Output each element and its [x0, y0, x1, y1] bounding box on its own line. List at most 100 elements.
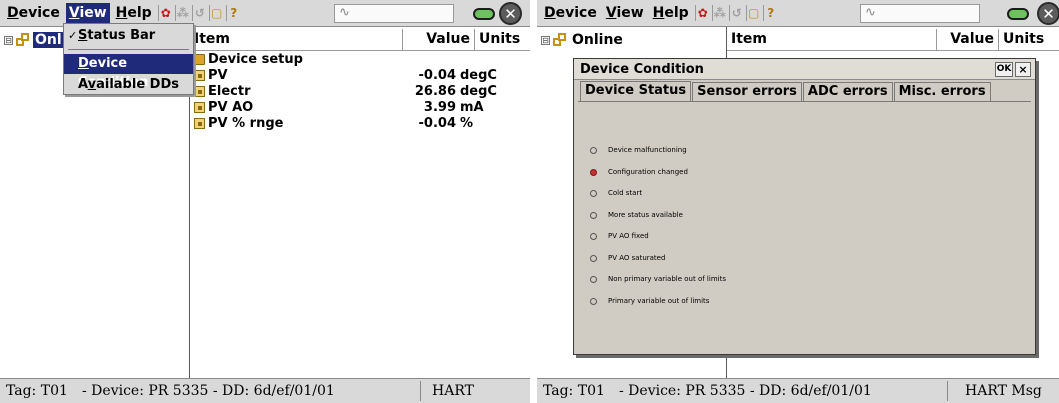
status-bar: Tag: T01 - Device: PR 5335 - DD: 6d/ef/0…	[537, 378, 1059, 403]
status-led-icon	[590, 254, 597, 262]
status-led-icon	[590, 211, 597, 219]
connect-icon[interactable]: ✿	[157, 5, 173, 21]
item-label: Device setup	[208, 51, 303, 67]
item-value: 26.86	[414, 83, 456, 99]
status-row: Device malfunctioning	[590, 143, 687, 157]
menu-view[interactable]: View	[603, 3, 647, 23]
menu-item-status-bar[interactable]: ✓ Status Bar	[64, 26, 193, 46]
list-item[interactable]: PV AO 3.99 mA	[190, 99, 530, 115]
checkmark-icon: ✓	[68, 29, 78, 42]
list-item[interactable]: Electr 26.86 degC	[190, 83, 530, 99]
dialog-title: Device Condition	[574, 59, 1035, 80]
help-icon[interactable]: ?	[762, 5, 778, 21]
dialog-ok-button[interactable]: OK	[995, 62, 1013, 77]
tab-adc-errors[interactable]: ADC errors	[802, 82, 893, 101]
status-label: Device malfunctioning	[608, 146, 687, 154]
dialog-close-button[interactable]: ×	[1015, 62, 1031, 77]
item-units: degC	[460, 83, 497, 99]
close-icon: ✕	[1042, 4, 1055, 23]
status-row: Cold start	[590, 186, 642, 200]
item-label: PV % rnge	[208, 115, 284, 131]
status-row: Non primary variable out of limits	[590, 272, 726, 286]
link-icon: ∿	[865, 5, 876, 20]
close-button[interactable]: ✕	[499, 2, 522, 25]
tab-device-status[interactable]: Device Status	[580, 81, 692, 102]
column-header-units[interactable]: Units	[999, 29, 1059, 50]
status-row: More status available	[590, 208, 683, 222]
tree-node-online[interactable]: ⊟ Onl	[4, 32, 64, 48]
disconnect-icon[interactable]: ⁂	[174, 5, 190, 21]
minimize-button[interactable]	[473, 8, 495, 20]
tab-panel-device-status: Device malfunctioning Configuration chan…	[578, 101, 1031, 350]
help-icon[interactable]: ?	[225, 5, 241, 21]
status-led-icon	[590, 297, 597, 305]
connect-icon[interactable]: ✿	[694, 5, 710, 21]
refresh-icon[interactable]: ↺	[728, 5, 744, 21]
column-header-item[interactable]: Item	[727, 29, 937, 50]
status-label: PV AO fixed	[608, 232, 649, 240]
status-protocol: HART Msg	[965, 383, 1042, 399]
tab-misc-errors[interactable]: Misc. errors	[893, 82, 991, 101]
column-header-value[interactable]: Value	[403, 29, 475, 50]
status-separator	[947, 381, 948, 401]
list-item[interactable]: PV -0.04 degC	[190, 67, 530, 83]
tab-sensor-errors[interactable]: Sensor errors	[692, 82, 802, 101]
list-header: Item Value Units	[727, 29, 1059, 51]
item-value: -0.04	[418, 67, 456, 83]
variable-icon	[194, 101, 205, 113]
column-header-value[interactable]: Value	[937, 29, 999, 50]
status-led-icon	[590, 275, 597, 283]
status-label: Non primary variable out of limits	[608, 275, 726, 283]
close-button[interactable]: ✕	[1037, 2, 1059, 25]
variable-icon	[194, 117, 205, 129]
list-item[interactable]: PV % rnge -0.04 %	[190, 115, 530, 131]
status-protocol: HART	[432, 383, 474, 399]
device-icon[interactable]: ▢	[745, 5, 761, 21]
network-icon	[553, 33, 568, 47]
list-item[interactable]: Device setup	[190, 51, 530, 67]
menu-help[interactable]: Help	[650, 3, 692, 23]
menu-help[interactable]: Help	[113, 3, 155, 23]
status-row: Primary variable out of limits	[590, 294, 709, 308]
refresh-icon[interactable]: ↺	[191, 5, 207, 21]
item-units: mA	[460, 99, 484, 115]
connection-indicator: ∿	[860, 4, 980, 23]
left-window: Device View Help ✿ ⁂ ↺ ▢ ? ∿ ✕ ⊟ Onl Ite…	[0, 0, 530, 403]
item-value: 3.99	[423, 99, 456, 115]
status-row: PV AO saturated	[590, 251, 665, 265]
menu-item-device-condition[interactable]: Device Condition	[64, 54, 193, 90]
folder-icon	[194, 53, 205, 65]
item-label: Electr	[208, 83, 251, 99]
expand-icon[interactable]: ⊟	[541, 35, 550, 45]
menu-item-available-dds[interactable]: Available DDs	[64, 75, 193, 95]
minimize-button[interactable]	[1007, 8, 1029, 20]
menu-bar: Device View Help ✿ ⁂ ↺ ▢ ? ∿ ✕	[537, 0, 1059, 27]
tree-node-online[interactable]: ⊟ Online	[541, 32, 625, 48]
right-window: Device View Help ✿ ⁂ ↺ ▢ ? ∿ ✕ ⊟ Online …	[537, 0, 1059, 403]
variable-icon	[194, 69, 205, 81]
tree-node-label: Online	[572, 32, 623, 48]
menu-separator	[68, 49, 189, 50]
device-icon[interactable]: ▢	[208, 5, 224, 21]
status-led-icon	[590, 168, 597, 176]
status-row: Configuration changed	[590, 165, 688, 179]
status-label: PV AO saturated	[608, 254, 666, 262]
status-label: Primary variable out of limits	[608, 297, 710, 305]
device-condition-dialog: Device Condition OK × Device Status Sens…	[573, 58, 1036, 355]
status-label: More status available	[608, 211, 683, 219]
status-led-icon	[590, 189, 597, 197]
expand-icon[interactable]: ⊟	[4, 35, 13, 45]
status-separator	[420, 381, 421, 401]
tree-node-label: Onl	[33, 32, 64, 48]
menu-device[interactable]: Device	[4, 3, 63, 23]
menu-view[interactable]: View	[65, 3, 110, 23]
link-icon: ∿	[339, 5, 350, 20]
menu-device[interactable]: Device	[541, 3, 600, 23]
status-led-icon	[590, 232, 597, 240]
column-header-units[interactable]: Units	[475, 29, 530, 50]
status-device: - Device: PR 5335 - DD: 6d/ef/01/01	[82, 383, 335, 399]
item-label: PV	[208, 67, 228, 83]
item-label: PV AO	[208, 99, 254, 115]
column-header-item[interactable]: Item	[190, 29, 403, 50]
disconnect-icon[interactable]: ⁂	[711, 5, 727, 21]
